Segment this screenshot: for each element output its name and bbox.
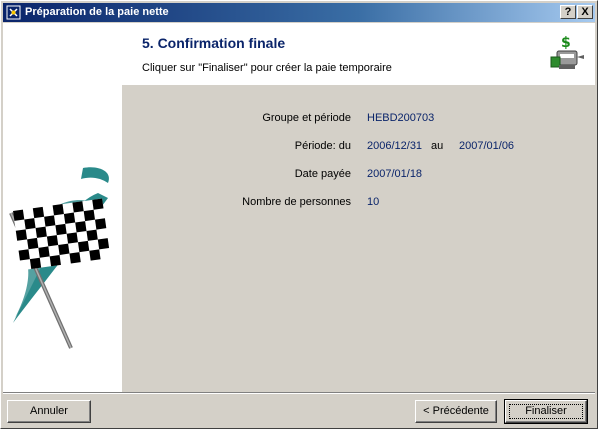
cancel-button[interactable]: Annuler (7, 400, 91, 423)
step-instruction: Cliquer sur "Finaliser" pour créer la pa… (142, 62, 392, 74)
money-machine-icon: $ (550, 35, 584, 69)
value-periode-from: 2006/12/31 (367, 140, 423, 152)
finish-button[interactable]: Finaliser (504, 399, 588, 424)
label-periode-au: au (431, 140, 444, 152)
step-header: 5. Confirmation finale Cliquer sur "Fina… (122, 23, 595, 85)
wizard-icon (6, 5, 21, 20)
wizard-side-panel (3, 23, 122, 392)
checkered-flag-illustration (9, 167, 111, 349)
label-periode: Période: du (294, 140, 351, 152)
close-button[interactable]: X (577, 5, 593, 19)
value-periode-to: 2007/01/06 (459, 140, 515, 152)
value-nombre: 10 (367, 196, 380, 208)
label-nombre: Nombre de personnes (242, 196, 351, 208)
title-bar[interactable]: Préparation de la paie nette ? X (3, 3, 595, 22)
value-date-payee: 2007/01/18 (367, 168, 423, 180)
window-title: Préparation de la paie nette (25, 6, 169, 18)
label-groupe: Groupe et période (262, 112, 351, 124)
button-separator (3, 392, 595, 394)
wizard-window: Préparation de la paie nette ? X 5. Conf… (0, 0, 598, 429)
previous-button[interactable]: < Précédente (415, 400, 497, 423)
svg-text:$: $ (561, 35, 571, 51)
focus-rectangle (509, 404, 583, 419)
help-button[interactable]: ? (560, 5, 576, 19)
label-date-payee: Date payée (294, 168, 351, 180)
step-title: 5. Confirmation finale (142, 35, 286, 51)
value-groupe: HEBD200703 (367, 112, 435, 124)
